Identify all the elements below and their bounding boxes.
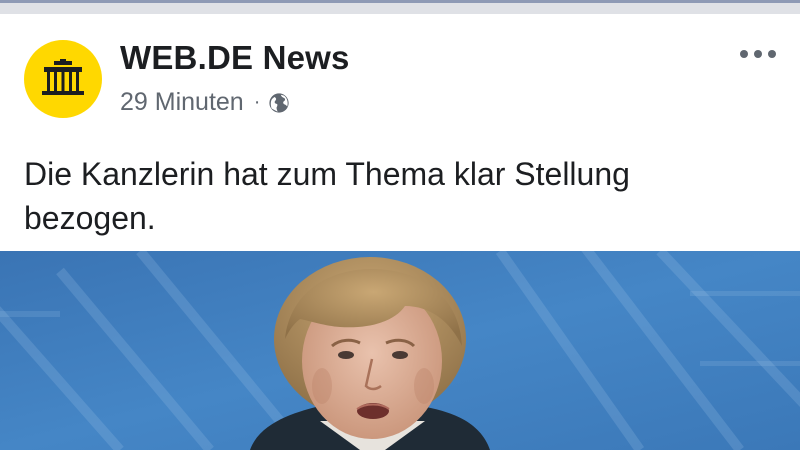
more-options-icon bbox=[754, 50, 762, 58]
post-message: Die Kanzlerin hat zum Thema klar Stellun… bbox=[24, 156, 630, 236]
page-name-link[interactable]: WEB.DE News bbox=[120, 39, 350, 77]
post-timestamp[interactable]: 29 Minuten bbox=[120, 88, 244, 117]
post-card: WEB.DE News 29 Minuten · Die Kanzlerin h… bbox=[0, 14, 800, 251]
more-options-icon bbox=[740, 50, 748, 58]
post-meta: 29 Minuten · bbox=[120, 88, 290, 117]
news-photo bbox=[0, 251, 800, 450]
post-image[interactable] bbox=[0, 251, 800, 450]
more-options-button[interactable] bbox=[740, 44, 776, 64]
globe-icon[interactable] bbox=[268, 92, 290, 114]
facebook-post-screenshot: WEB.DE News 29 Minuten · Die Kanzlerin h… bbox=[0, 0, 800, 450]
more-options-icon bbox=[768, 50, 776, 58]
meta-separator: · bbox=[253, 91, 261, 113]
top-divider bbox=[0, 0, 800, 14]
brandenburg-gate-icon bbox=[42, 59, 84, 95]
page-avatar[interactable] bbox=[24, 40, 102, 118]
